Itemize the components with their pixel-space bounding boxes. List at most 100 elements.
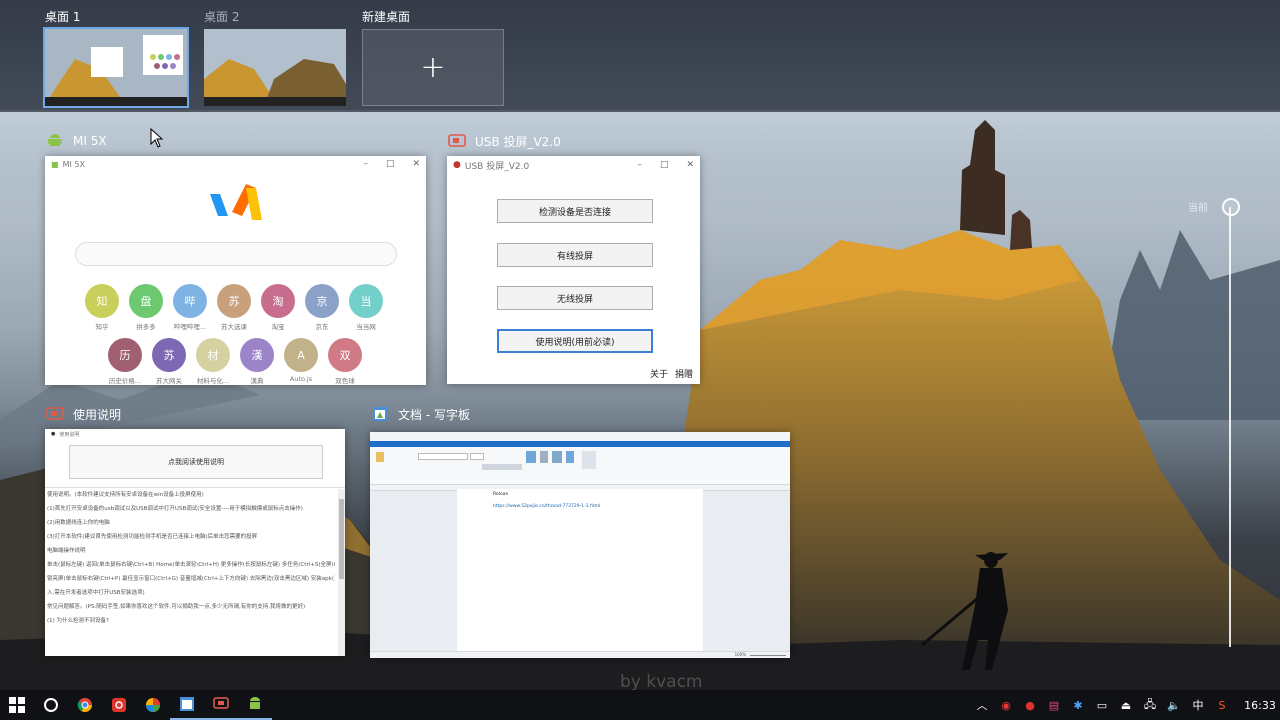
wordpad-icon: [180, 697, 194, 711]
document-link[interactable]: https://www.52pojie.cn/thread-773729-1-1…: [493, 504, 600, 509]
picture-icon[interactable]: [526, 451, 536, 463]
check-device-button[interactable]: 检测设备是否连接: [497, 199, 653, 223]
app-small-icon: ●: [51, 431, 56, 437]
message-icon[interactable]: ▭: [1090, 699, 1114, 712]
app-icon[interactable]: 哔: [173, 284, 207, 318]
usb-window-header-label: USB 投屏_V2.0: [475, 134, 561, 149]
desktop-2-thumbnail[interactable]: [204, 29, 346, 106]
stripes-app-icon[interactable]: ▤: [1042, 699, 1066, 712]
clock[interactable]: 16:33: [1240, 699, 1280, 712]
instructions-window-titlebar: ● 使用说明: [45, 429, 345, 439]
android-small-icon: ■: [51, 159, 59, 169]
netease-music-icon: [112, 698, 126, 712]
sogou-ime-icon[interactable]: S: [1210, 699, 1234, 712]
find-replace-tools[interactable]: [582, 451, 596, 469]
app-icon[interactable]: 漢: [240, 338, 274, 372]
app-icon[interactable]: 历: [108, 338, 142, 372]
instruction-line: 电脑端操作说明: [47, 548, 86, 554]
mi-window-title: MI 5X: [62, 159, 85, 169]
object-icon[interactable]: [566, 451, 574, 463]
wired-cast-button[interactable]: 有线投屏: [497, 243, 653, 267]
taskbar-color-app[interactable]: [136, 690, 170, 720]
search-input[interactable]: [75, 242, 397, 266]
minimize-icon[interactable]: –: [363, 159, 368, 169]
app-icon[interactable]: 知: [85, 284, 119, 318]
netease-tray-icon[interactable]: ●: [1018, 699, 1042, 712]
window-controls: – □ ✕: [637, 160, 694, 170]
zoom-slider[interactable]: [750, 655, 786, 656]
about-link[interactable]: 关于: [650, 367, 668, 380]
app-icon[interactable]: 京: [305, 284, 339, 318]
datetime-icon[interactable]: [552, 451, 562, 463]
wordpad-window-header: 文档 - 写字板: [370, 404, 470, 424]
app-icon[interactable]: 材: [196, 338, 230, 372]
app-icon[interactable]: 苏: [217, 284, 251, 318]
maximize-icon[interactable]: □: [660, 160, 669, 170]
wordpad-window[interactable]: Reloan https://www.52pojie.cn/thread-773…: [370, 432, 790, 658]
virtual-desktop-bar: [0, 0, 1280, 112]
app-label: 京东: [315, 323, 329, 331]
wordpad-icon: [370, 404, 390, 424]
font-size-select[interactable]: [470, 453, 484, 460]
mi-window[interactable]: ■ MI 5X – □ ✕ 知知乎盘拼多多哔哔哩哔哩... 苏苏大选课淘淘宝京京东…: [45, 156, 426, 385]
close-icon[interactable]: ✕: [686, 160, 694, 170]
document-page[interactable]: Reloan https://www.52pojie.cn/thread-773…: [457, 489, 703, 651]
bluetooth-icon[interactable]: ✱: [1066, 699, 1090, 712]
taskbar-netease-music[interactable]: [102, 690, 136, 720]
wordpad-ribbon[interactable]: [370, 447, 790, 485]
mi-window-header-label: MI 5X: [73, 134, 107, 148]
timeline-knob[interactable]: [1222, 198, 1240, 216]
android-icon: [45, 131, 65, 151]
minimize-icon[interactable]: –: [637, 160, 642, 170]
plus-icon: +: [420, 50, 446, 85]
instructions-button[interactable]: 使用说明(用前必读): [497, 329, 653, 353]
app-label: 材料与化...: [196, 377, 230, 385]
app-logo: [210, 182, 262, 230]
maximize-icon[interactable]: □: [386, 159, 395, 169]
desktop-1-thumbnail[interactable]: [43, 27, 189, 108]
app-label: 拼多多: [136, 323, 156, 331]
app-icon[interactable]: 双: [328, 338, 362, 372]
taskbar-chrome[interactable]: [68, 690, 102, 720]
app-icon[interactable]: A: [284, 338, 318, 372]
status-bar: 100%: [370, 651, 790, 658]
timeline-track[interactable]: [1229, 207, 1231, 647]
chevron-up-icon[interactable]: ︿: [970, 697, 994, 713]
close-icon[interactable]: ✕: [412, 159, 420, 169]
app-label: 淘宝: [271, 323, 285, 331]
taskbar-android[interactable]: [238, 690, 272, 720]
paste-icon[interactable]: [376, 452, 384, 462]
mouse-pointer-icon: [150, 128, 164, 148]
start-button[interactable]: [0, 690, 34, 720]
instructions-window[interactable]: ● 使用说明 点我阅读使用说明 使用说明。(本软件建议支持所有安卓设备在win设…: [45, 429, 345, 656]
donate-link[interactable]: 捐赠: [675, 367, 693, 380]
font-family-select[interactable]: [418, 453, 468, 460]
usb-window-title: USB 投屏_V2.0: [464, 161, 530, 172]
app-icon[interactable]: 苏: [152, 338, 186, 372]
zoom-level: 100%: [734, 652, 746, 657]
usb-tray-icon[interactable]: ⏏: [1114, 699, 1138, 712]
ime-indicator[interactable]: 中: [1186, 697, 1210, 713]
desktop-1-preview: [45, 29, 187, 106]
paragraph-tools[interactable]: [482, 464, 522, 470]
app-icon[interactable]: 淘: [261, 284, 295, 318]
record-icon[interactable]: ◉: [994, 699, 1018, 712]
window-controls: – □ ✕: [363, 159, 420, 169]
desktop-2-preview: [204, 29, 346, 106]
network-icon[interactable]: 🖧: [1138, 696, 1162, 715]
new-desktop-button[interactable]: +: [362, 29, 504, 106]
wireless-cast-button[interactable]: 无线投屏: [497, 286, 653, 310]
read-instructions-button[interactable]: 点我阅读使用说明: [69, 445, 323, 479]
scrollbar[interactable]: [338, 489, 345, 656]
chrome-icon: [77, 698, 92, 712]
app-icon[interactable]: 当: [349, 284, 383, 318]
taskbar-usb-cast[interactable]: [204, 690, 238, 720]
app-icon[interactable]: 盘: [129, 284, 163, 318]
taskbar-wordpad[interactable]: [170, 690, 204, 720]
cortana-button[interactable]: [34, 690, 68, 720]
usb-window[interactable]: ● USB 投屏_V2.0 – □ ✕ 检测设备是否连接 有线投屏 无线投屏 使…: [447, 156, 700, 384]
volume-icon[interactable]: 🔈: [1162, 699, 1186, 712]
paint-icon[interactable]: [540, 451, 548, 463]
app-label: 知乎: [95, 323, 109, 331]
scrollbar-thumb[interactable]: [339, 499, 344, 579]
